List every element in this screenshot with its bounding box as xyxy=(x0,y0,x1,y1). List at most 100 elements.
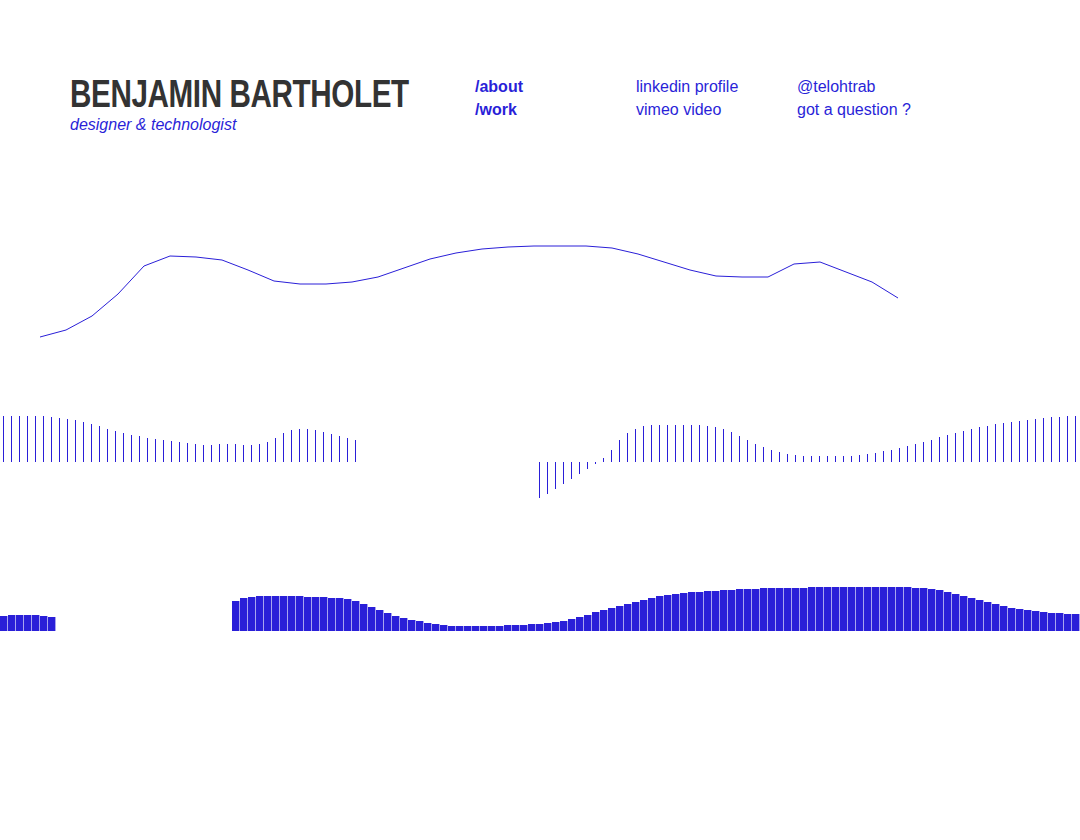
waveform-fill-bar xyxy=(24,615,31,631)
waveform-bar xyxy=(739,436,740,462)
waveform-fill-bar xyxy=(1000,606,1007,631)
waveform-fill-bar xyxy=(472,626,479,631)
nav-link[interactable]: linkedin profile xyxy=(636,77,797,96)
waveform-fill-bar xyxy=(592,612,599,631)
waveform-bar xyxy=(763,447,764,462)
waveform-fill-bar xyxy=(448,626,455,631)
waveform-fill-bar xyxy=(800,588,807,631)
waveform-bar xyxy=(619,440,620,462)
waveform-bar xyxy=(747,440,748,462)
waveform-fill-bar xyxy=(1008,608,1015,631)
waveform-bar xyxy=(547,462,548,494)
waveform-fill-bar xyxy=(16,615,23,631)
waveform-bar xyxy=(691,425,692,462)
waveform-bar xyxy=(915,444,916,462)
waveform-bar xyxy=(1067,416,1068,462)
waveform-fill-bar xyxy=(888,587,895,631)
waveform-fill-bar xyxy=(1032,611,1039,631)
waveform-fill-bar xyxy=(528,624,535,631)
waveform-fill-bar xyxy=(832,587,839,631)
waveform-bar xyxy=(1075,416,1076,462)
waveform-bar xyxy=(843,456,844,462)
waveform-bar xyxy=(1027,420,1028,462)
waveform-fill-bar xyxy=(776,588,783,631)
waveform-bar xyxy=(163,440,164,462)
waveform-bar xyxy=(155,439,156,462)
waveform-bar xyxy=(787,454,788,462)
waveform-bar xyxy=(859,455,860,462)
waveform-fill-bar xyxy=(288,596,295,631)
site-name[interactable]: BENJAMIN BARTHOLET xyxy=(70,72,386,116)
waveform-fill-bar xyxy=(432,624,439,631)
waveform-fill-bar xyxy=(928,589,935,631)
waveform-fill-bar xyxy=(736,589,743,631)
waveform-fill-bar xyxy=(696,592,703,631)
waveform-bar xyxy=(83,422,84,462)
waveform-bar xyxy=(139,436,140,462)
waveform-bar xyxy=(3,416,4,462)
waveform-fill-bar xyxy=(416,621,423,631)
nav-link[interactable]: got a question ? xyxy=(797,100,958,119)
waveform-fill-bar xyxy=(816,587,823,631)
waveform-bar xyxy=(827,456,828,462)
waveform-bar xyxy=(603,458,604,462)
waveform-fill-bar xyxy=(960,596,967,631)
waveform-fill-bar xyxy=(896,587,903,631)
waveform-bar xyxy=(643,426,644,462)
waveform-fill-bar xyxy=(608,608,615,631)
waveform-bar xyxy=(611,450,612,462)
waveform-bar xyxy=(27,416,28,462)
waveform-fill-bar xyxy=(264,596,271,631)
waveform-bar xyxy=(595,462,596,464)
waveform-fill-bar xyxy=(704,591,711,631)
waveform-fill-bar xyxy=(240,598,247,631)
waveform-bar xyxy=(835,456,836,462)
waveform-fill-bar xyxy=(1040,612,1047,631)
waveform-fill-bar xyxy=(1048,613,1055,631)
brand: BENJAMIN BARTHOLETdesigner & technologis… xyxy=(70,72,475,134)
waveform-fill-bar xyxy=(584,615,591,631)
waveform-fill-bar xyxy=(872,587,879,631)
nav-link[interactable]: vimeo video xyxy=(636,100,797,119)
waveform-bar xyxy=(939,437,940,462)
waveform-bar xyxy=(867,454,868,462)
waveform-fill-bar xyxy=(560,621,567,631)
waveform-fill-bar xyxy=(1064,614,1071,631)
tagline: designer & technologist xyxy=(70,116,475,134)
waveform-bar xyxy=(907,446,908,462)
waveform-bar xyxy=(539,462,540,498)
waveform-fill-bar xyxy=(1056,613,1063,631)
waveform-fill-bar xyxy=(936,590,943,631)
nav-link[interactable]: @telohtrab xyxy=(797,77,958,96)
waveform-fill-bar xyxy=(920,588,927,631)
waveform-fill-bar xyxy=(1016,609,1023,631)
waveform-fill-bar xyxy=(48,617,55,631)
waveform-bar xyxy=(675,425,676,462)
waveform-bar xyxy=(59,418,60,462)
waveform-bar xyxy=(1059,417,1060,462)
waveform-fill-bar xyxy=(1072,614,1079,631)
waveform-fill-bar xyxy=(552,622,559,631)
waveform-bar xyxy=(219,444,220,462)
waveform-bar xyxy=(627,433,628,462)
waveform-fill-bar xyxy=(760,588,767,631)
waveform-fill-bar xyxy=(712,591,719,631)
waveform-fill-bar xyxy=(720,590,727,631)
waveform-bar xyxy=(883,451,884,462)
waveform-fill-bar xyxy=(384,613,391,631)
waveform-bar xyxy=(947,435,948,462)
waveform-bar xyxy=(699,425,700,462)
waveform-bar xyxy=(19,416,20,462)
waveform-fill-bar xyxy=(856,587,863,631)
filled-waveform xyxy=(0,574,1080,634)
nav-link[interactable]: /about xyxy=(475,77,636,96)
waveform-bar xyxy=(979,427,980,462)
waveform-fill-bar xyxy=(640,600,647,631)
waveform-bar xyxy=(339,436,340,462)
waveform-bar xyxy=(811,456,812,462)
waveform-bar xyxy=(331,434,332,462)
waveform-bar xyxy=(987,426,988,462)
waveform-bar xyxy=(43,416,44,462)
nav-link[interactable]: /work xyxy=(475,100,636,119)
waveform-bar xyxy=(635,429,636,462)
